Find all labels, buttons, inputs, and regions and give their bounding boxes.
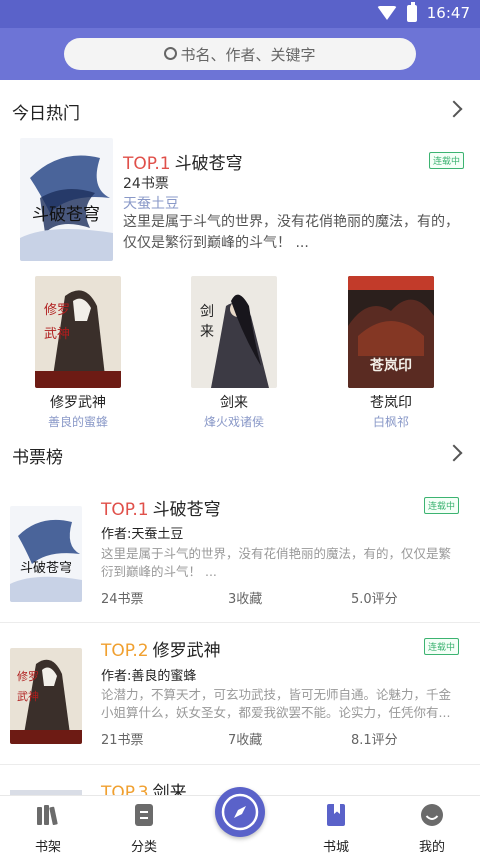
svg-text:斗破苍穹: 斗破苍穹 xyxy=(20,560,72,576)
svg-text:修罗: 修罗 xyxy=(17,669,39,683)
book-title: 斗破苍穹 xyxy=(174,154,243,174)
search-icon xyxy=(164,46,178,60)
section-title-hot: 今日热门 xyxy=(12,104,80,124)
book-author: 作者:善良的蜜蜂 xyxy=(101,669,197,684)
featured-description: 这里是属于斗气的世界，没有花俏艳丽的魔法，有的，仅仅是繁衍到巅峰的斗气！ ... xyxy=(123,214,459,251)
nav-discover[interactable] xyxy=(215,787,265,837)
nav-profile[interactable]: 我的 xyxy=(402,802,462,855)
book-description: 论潜力，不算天才，可玄功武技，皆可无师自通。论魅力，千金小姐算什么，妖女圣女，都… xyxy=(101,687,452,720)
nav-label: 分类 xyxy=(130,840,157,855)
grid-book-name: 苍岚印 xyxy=(370,395,412,411)
bookshelf-icon xyxy=(37,805,58,826)
nav-bookstore[interactable]: 书城 xyxy=(306,802,366,855)
featured-rank-line[interactable]: TOP.1 斗破苍穹 xyxy=(123,149,243,174)
chevron-right-icon[interactable] xyxy=(445,100,463,118)
nav-category[interactable]: 分类 xyxy=(114,802,174,855)
list-item[interactable]: 修罗 武神 TOP.2 修罗武神 连载中 作者:善良的蜜蜂 论潜力，不算天才，可玄… xyxy=(0,628,480,764)
status-badge: 连载中 xyxy=(424,497,460,514)
grid-book-3[interactable]: 苍岚印 苍岚印 白枫祁 xyxy=(341,276,441,430)
search-input[interactable]: 书名、作者、关键字 xyxy=(64,38,416,70)
grid-book-author: 善良的蜜蜂 xyxy=(47,415,108,429)
book-author: 作者:天蚕土豆 xyxy=(101,527,184,542)
score-value: 5.0评分 xyxy=(351,592,398,607)
grid-book-1[interactable]: 修罗 武神 修罗武神 善良的蜜蜂 xyxy=(28,276,128,430)
score-value: 8.1评分 xyxy=(351,733,398,748)
nav-label: 书架 xyxy=(34,840,61,855)
category-icon xyxy=(135,804,153,826)
grid-book-author: 烽火戏诸侯 xyxy=(203,415,264,429)
rank-label: TOP.1 xyxy=(101,500,149,520)
svg-text:武神: 武神 xyxy=(17,689,39,703)
book-cover: 斗破苍穹 xyxy=(10,506,82,602)
book-cover: 剑 来 xyxy=(191,276,277,388)
rank-line: TOP.2 修罗武神 xyxy=(101,636,221,661)
nav-label: 我的 xyxy=(418,840,445,855)
svg-text:斗破苍穹: 斗破苍穹 xyxy=(32,205,100,225)
favorites-count: 3收藏 xyxy=(228,592,263,607)
book-title: 斗破苍穹 xyxy=(152,500,221,520)
chevron-right-icon[interactable] xyxy=(445,444,463,462)
grid-book-name: 修罗武神 xyxy=(50,395,106,411)
featured-votes: 24书票 xyxy=(123,176,169,192)
list-item[interactable]: 斗破苍穹 TOP.1 斗破苍穹 连载中 作者:天蚕土豆 这里是属于斗气的世界，没有… xyxy=(0,486,480,622)
nav-label: 书城 xyxy=(322,840,349,855)
rank-label: TOP.1 xyxy=(123,154,171,174)
search-header: 书名、作者、关键字 xyxy=(0,28,480,80)
book-cover: 苍岚印 xyxy=(348,276,434,388)
grid-book-author: 白枫祁 xyxy=(372,415,409,429)
votes-count: 24书票 xyxy=(101,592,144,607)
divider xyxy=(0,764,480,765)
svg-text:修罗: 修罗 xyxy=(44,303,70,318)
section-title-tickets: 书票榜 xyxy=(12,448,63,468)
bookstore-icon xyxy=(327,804,345,826)
rank-label: TOP.2 xyxy=(101,641,149,661)
book-description: 这里是属于斗气的世界，没有花俏艳丽的魔法，有的，仅仅是繁衍到巅峰的斗气！ ... xyxy=(101,546,452,579)
grid-book-2[interactable]: 剑 来 剑来 烽火戏诸侯 xyxy=(184,276,284,430)
book-cover: 修罗 武神 xyxy=(35,276,121,388)
search-placeholder: 书名、作者、关键字 xyxy=(180,45,316,64)
rank-line: TOP.1 斗破苍穹 xyxy=(101,495,221,520)
book-cover: 修罗 武神 xyxy=(10,648,82,744)
status-time: 16:47 xyxy=(426,4,470,22)
battery-icon xyxy=(406,1,417,22)
svg-text:来: 来 xyxy=(200,324,214,340)
book-cover-featured[interactable]: 斗破苍穹 xyxy=(20,138,113,261)
profile-icon xyxy=(421,804,443,826)
status-badge: 连载中 xyxy=(429,152,465,169)
svg-text:苍岚印: 苍岚印 xyxy=(369,357,412,374)
divider xyxy=(0,622,480,623)
nav-bookshelf[interactable]: 书架 xyxy=(18,802,78,855)
svg-text:武神: 武神 xyxy=(44,327,70,342)
status-bar: 16:47 xyxy=(0,0,480,28)
votes-count: 21书票 xyxy=(101,733,144,748)
grid-book-name: 剑来 xyxy=(220,395,248,411)
favorites-count: 7收藏 xyxy=(228,733,263,748)
book-title: 修罗武神 xyxy=(152,641,221,661)
featured-author[interactable]: 天蚕土豆 xyxy=(123,193,179,213)
compass-icon xyxy=(221,793,259,831)
status-badge: 连载中 xyxy=(424,638,460,655)
svg-text:剑: 剑 xyxy=(200,304,214,320)
wifi-icon xyxy=(376,6,397,20)
